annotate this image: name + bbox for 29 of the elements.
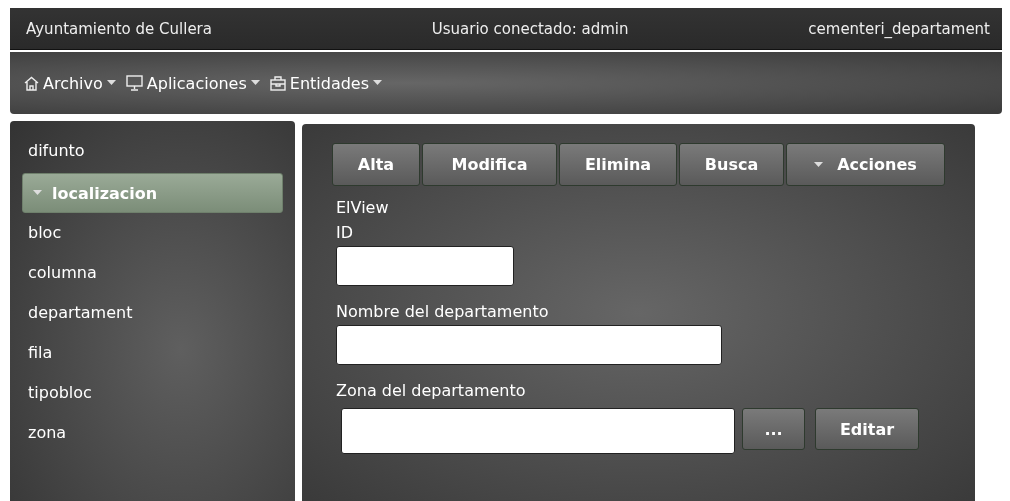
home-icon <box>24 75 39 91</box>
view-title: ElView <box>336 198 390 217</box>
text-field[interactable] <box>341 408 735 454</box>
field-label: ID <box>336 223 355 242</box>
caret-icon <box>250 80 260 86</box>
field-label: Zona del departamento <box>336 381 527 400</box>
text-field[interactable] <box>336 246 514 286</box>
monitor-icon <box>125 75 143 91</box>
browse-button[interactable]: ... <box>742 408 805 450</box>
text-field[interactable] <box>336 325 722 365</box>
toolbar-button[interactable]: Alta <box>332 143 420 186</box>
toolbar-button[interactable]: Modifica <box>422 143 557 186</box>
menu-item[interactable]: Entidades <box>269 73 383 93</box>
field-label: Nombre del departamento <box>336 302 550 321</box>
toolbar-button[interactable]: Elimina <box>559 143 677 186</box>
briefcase-icon <box>269 75 286 91</box>
sidebar-item[interactable]: difunto <box>22 127 283 173</box>
menu-item[interactable]: Archivo <box>24 73 116 93</box>
view-name: cementeri_departament <box>808 19 990 38</box>
caret-icon <box>33 190 42 196</box>
toolbar-button[interactable]: Busca <box>679 143 784 186</box>
caret-icon <box>106 80 116 86</box>
organization-name: Ayuntamiento de Cullera <box>26 19 212 38</box>
connected-user: Usuario conectado: admin <box>431 19 629 38</box>
caret-icon <box>373 80 383 86</box>
menu-item[interactable]: Aplicaciones <box>125 73 260 93</box>
caret-icon <box>814 161 824 168</box>
toolbar-button[interactable]: Acciones <box>786 143 945 186</box>
edit-button[interactable]: Editar <box>815 408 919 450</box>
